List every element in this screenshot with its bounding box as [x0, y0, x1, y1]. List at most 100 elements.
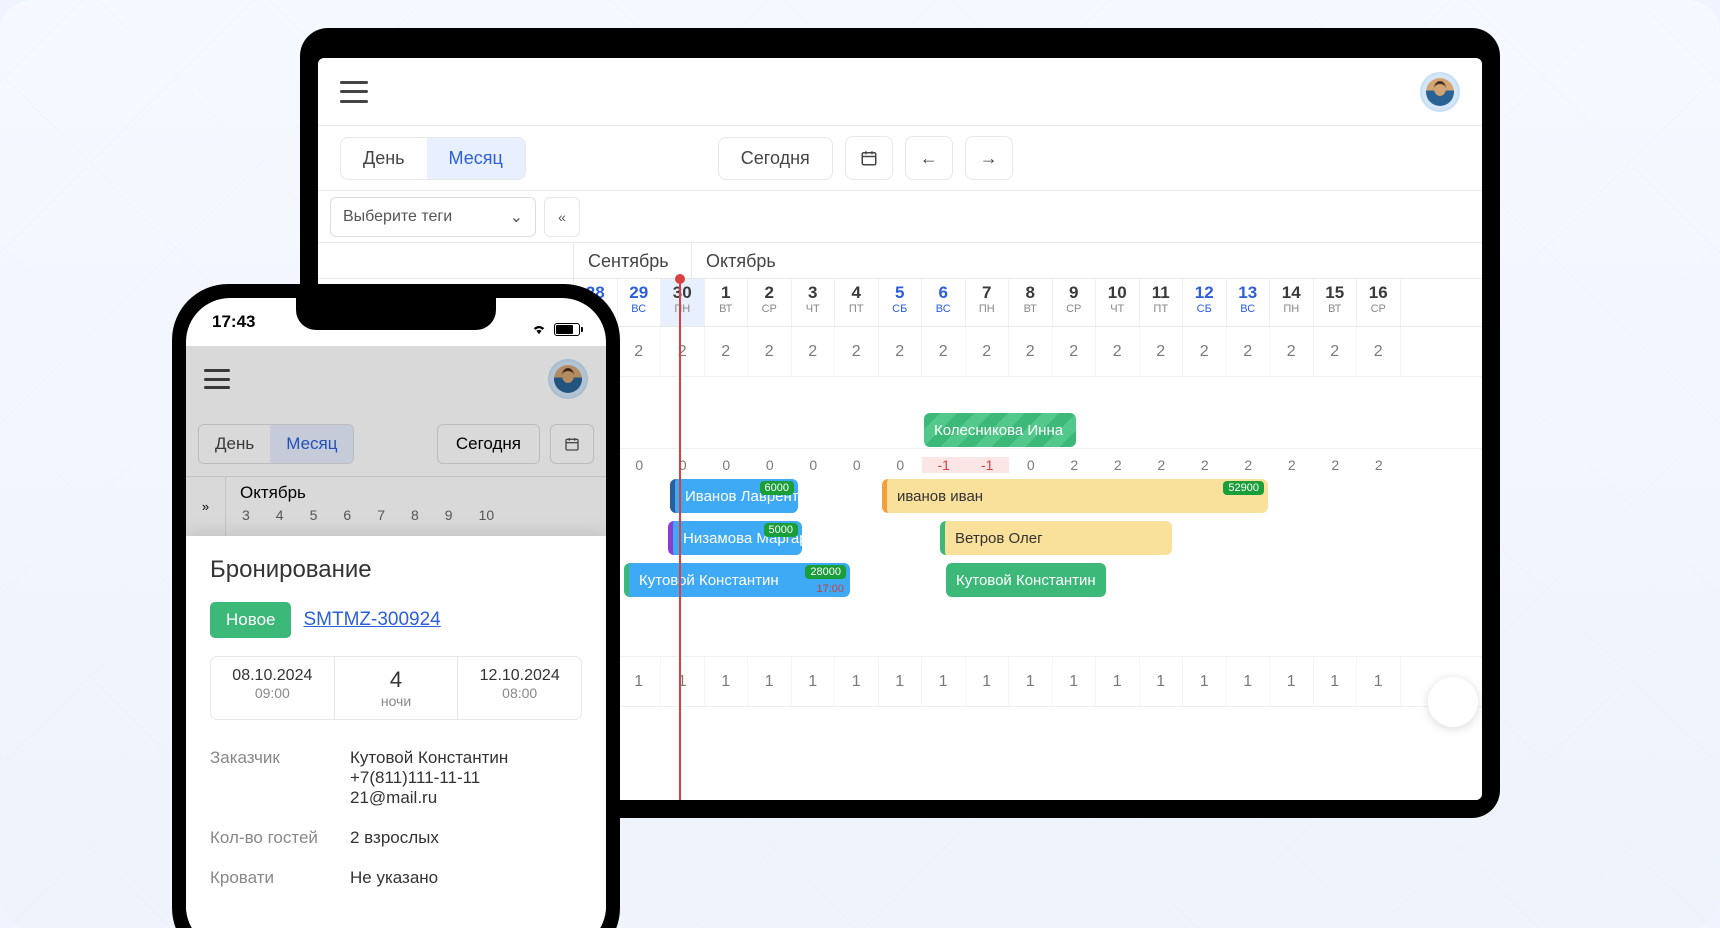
day-cell[interactable]: 6ВС	[922, 279, 966, 326]
day-cell[interactable]: 29ВС	[618, 279, 662, 326]
count-cell: 2	[1096, 457, 1140, 473]
price-badge: 52900	[1223, 481, 1264, 495]
event-name: иванов иван	[897, 488, 983, 505]
phone-header	[186, 346, 606, 412]
prev-button[interactable]: ←	[905, 136, 953, 180]
calendar-icon[interactable]	[550, 424, 594, 464]
events-layer: 00000000-1-1022222222 Колесникова Инна И…	[574, 327, 1482, 747]
day-cell[interactable]: 3ЧТ	[792, 279, 836, 326]
month-sept: Сентябрь	[574, 243, 692, 278]
beds-label: Кровати	[210, 868, 350, 888]
next-button[interactable]: →	[965, 136, 1013, 180]
phone-day: 5	[310, 507, 318, 523]
day-cell[interactable]: 4ПТ	[835, 279, 879, 326]
price-badge: 28000	[805, 565, 846, 579]
phone-day: 10	[479, 507, 495, 523]
day-cell[interactable]: 1ВТ	[705, 279, 749, 326]
count-cell: -1	[966, 457, 1010, 473]
tab-day[interactable]: День	[341, 138, 427, 179]
event-ivanovi[interactable]: иванов иван 52900	[882, 479, 1268, 513]
day-cell[interactable]: 2СР	[748, 279, 792, 326]
day-cell[interactable]: 12СБ	[1183, 279, 1227, 326]
tab-month[interactable]: Месяц	[427, 138, 525, 179]
dates-summary: 08.10.2024 09:00 4 ночи 12.10.2024 08:00	[210, 656, 582, 720]
avatar[interactable]	[1420, 72, 1460, 112]
day-cell[interactable]: 9СР	[1053, 279, 1097, 326]
event-kolesnikova[interactable]: Колесникова Инна	[924, 413, 1076, 447]
wifi-icon	[530, 322, 548, 336]
day-cell[interactable]: 7ПН	[966, 279, 1010, 326]
phone-day: 6	[343, 507, 351, 523]
count-cell: 0	[1009, 457, 1053, 473]
event-nizamova[interactable]: Низамова Маргари 5000	[668, 521, 802, 555]
status-icons	[530, 312, 580, 346]
event-kutovoi2[interactable]: Кутовой Константин	[946, 563, 1106, 597]
tags-select[interactable]: Выберите теги ⌄	[330, 197, 536, 237]
count-cell: 2	[1227, 457, 1271, 473]
phone-day: 7	[377, 507, 385, 523]
tab-day[interactable]: День	[199, 425, 270, 463]
months-row: Сентябрь Октябрь	[318, 243, 1482, 279]
checkout-time: 08:00	[464, 685, 575, 701]
day-cell[interactable]: 13ВС	[1227, 279, 1271, 326]
booking-sheet: Бронирование Новое SMTMZ-300924 08.10.20…	[186, 536, 606, 928]
month-label: Октябрь	[240, 483, 592, 503]
day-cell[interactable]: 11ПТ	[1140, 279, 1184, 326]
count-cell: 0	[661, 457, 705, 473]
tab-month[interactable]: Месяц	[270, 425, 353, 463]
day-cell[interactable]: 15ВТ	[1314, 279, 1358, 326]
event-time: 17:00	[816, 583, 844, 595]
count-cell: 2	[1270, 457, 1314, 473]
day-cell[interactable]: 16СР	[1357, 279, 1401, 326]
day-cell[interactable]: 10ЧТ	[1096, 279, 1140, 326]
price-badge: 6000	[760, 481, 794, 495]
day-cell[interactable]: 30ПН	[661, 279, 705, 326]
notch	[296, 298, 496, 330]
phone-calendar-header: » Октябрь 345678910	[186, 476, 606, 536]
today-button[interactable]: Сегодня	[437, 424, 540, 464]
customer-name: Кутовой Константин	[350, 748, 508, 768]
status-badge: Новое	[210, 602, 291, 638]
menu-icon[interactable]	[204, 369, 230, 389]
collapse-button[interactable]: «	[544, 197, 580, 237]
event-ivanovl[interactable]: Иванов Лаврентий 6000	[670, 479, 798, 513]
count-cell: 2	[1314, 457, 1358, 473]
event-name: Колесникова Инна	[934, 422, 1063, 439]
customer-row: Заказчик Кутовой Константин +7(811)111-1…	[210, 738, 582, 818]
customer-label: Заказчик	[210, 748, 350, 808]
avatar[interactable]	[548, 359, 588, 399]
chevron-down-icon: ⌄	[510, 207, 523, 227]
count-cell: 0	[879, 457, 923, 473]
guests-row: Кол-во гостей 2 взрослых	[210, 818, 582, 858]
customer-phone: +7(811)111-11-11	[350, 768, 508, 788]
phone-day: 9	[445, 507, 453, 523]
count-cell: 0	[792, 457, 836, 473]
event-kutovoi1[interactable]: Кутовой Константин 28000 17:00	[624, 563, 850, 597]
day-cell[interactable]: 8ВТ	[1009, 279, 1053, 326]
day-cell[interactable]: 14ПН	[1270, 279, 1314, 326]
status-time: 17:43	[212, 312, 255, 346]
count-cell: 2	[1357, 457, 1401, 473]
beds-value: Не указано	[350, 868, 438, 888]
month-oct: Октябрь	[692, 243, 790, 278]
phone-toolbar: День Месяц Сегодня	[186, 412, 606, 476]
event-vetrov[interactable]: Ветров Олег	[940, 521, 1172, 555]
today-button[interactable]: Сегодня	[718, 137, 833, 180]
nights-label: ночи	[341, 693, 452, 709]
event-name: Кутовой Константин	[639, 572, 779, 589]
guests-value: 2 взрослых	[350, 828, 439, 848]
booking-id-link[interactable]: SMTMZ-300924	[303, 609, 440, 631]
scroll-hint[interactable]	[1428, 677, 1478, 727]
count-cell: -1	[922, 457, 966, 473]
phone-day-numbers: 345678910	[240, 503, 592, 523]
count-cell: 0	[705, 457, 749, 473]
count-cell: 0	[618, 457, 662, 473]
filter-bar: Выберите теги ⌄ «	[318, 190, 1482, 242]
day-cell[interactable]: 5СБ	[879, 279, 923, 326]
menu-icon[interactable]	[340, 81, 368, 103]
event-name: Ветров Олег	[955, 530, 1043, 547]
expand-button[interactable]: »	[186, 477, 226, 536]
calendar-icon[interactable]	[845, 136, 893, 180]
battery-icon	[554, 323, 580, 336]
checkout-date: 12.10.2024	[464, 667, 575, 685]
